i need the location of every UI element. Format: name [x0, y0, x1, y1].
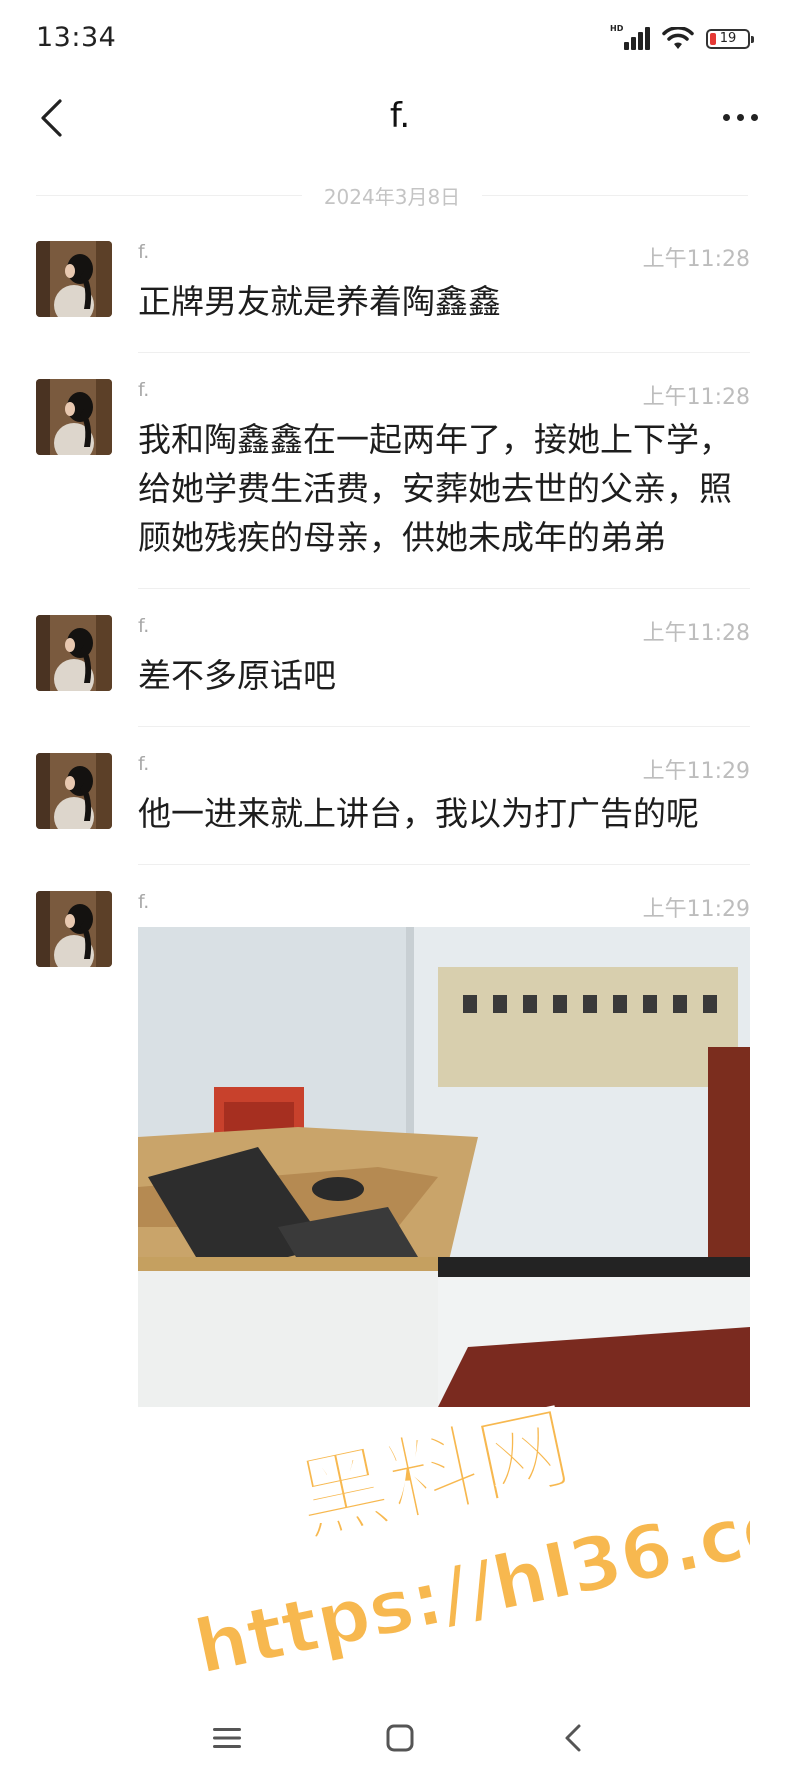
message-time: 上午11:28 — [642, 385, 750, 410]
sender-name: f. — [138, 615, 150, 637]
sys-back-icon — [565, 1724, 581, 1752]
system-nav-bar — [0, 1699, 800, 1777]
message-time: 上午11:28 — [642, 621, 750, 646]
message-text: 我和陶鑫鑫在一起两年了，接她上下学，给她学费生活费，安葬她去世的父亲，照顾她残疾… — [138, 420, 732, 557]
avatar[interactable] — [36, 891, 112, 967]
watermark-line1: 黑料网 — [288, 1394, 580, 1556]
sender-name: f. — [138, 241, 150, 263]
message-time: 上午11:28 — [642, 247, 750, 272]
battery-icon: 19 — [706, 29, 754, 49]
status-time: 13:34 — [36, 22, 117, 53]
nav-bar: f. — [0, 80, 800, 160]
message-item: f. 上午11:28 我和陶鑫鑫在一起两年了，接她上下学，给她学费生活费，安葬她… — [0, 363, 800, 589]
message-list: f. 上午11:28 正牌男友就是养着陶鑫鑫 f. 上午11:28 我和陶鑫鑫在… — [0, 225, 800, 1407]
battery-level: 19 — [719, 31, 737, 46]
message-time: 上午11:29 — [642, 759, 750, 784]
home-button[interactable] — [370, 1713, 430, 1763]
message-photo[interactable] — [138, 927, 750, 1407]
avatar[interactable] — [36, 379, 112, 455]
sender-name: f. — [138, 753, 150, 775]
date-separator: 2024年3月8日 — [36, 180, 749, 210]
message-text: 他一进来就上讲台，我以为打广告的呢 — [138, 794, 699, 833]
home-square-icon — [386, 1724, 414, 1752]
network-label: HD — [610, 24, 624, 33]
chat-title: f. — [389, 96, 411, 136]
date-separator-text: 2024年3月8日 — [323, 184, 461, 209]
message-time: 上午11:29 — [642, 897, 750, 922]
more-button[interactable] — [710, 92, 770, 142]
menu-icon — [212, 1728, 241, 1748]
message-item: f. 上午11:28 正牌男友就是养着陶鑫鑫 — [0, 225, 800, 353]
system-back-button[interactable] — [543, 1713, 603, 1763]
wifi-icon — [662, 27, 694, 51]
sender-name: f. — [138, 379, 150, 401]
menu-button[interactable] — [197, 1713, 257, 1763]
message-item: f. 上午11:29 — [0, 875, 800, 1407]
signal-icon: HD — [610, 24, 650, 52]
avatar[interactable] — [36, 615, 112, 691]
avatar[interactable] — [36, 241, 112, 317]
avatar[interactable] — [36, 753, 112, 829]
sender-name: f. — [138, 891, 150, 913]
more-dots-icon — [722, 113, 730, 121]
watermark: 黑料网 https://hl36.co — [190, 1393, 750, 1690]
watermark-line2: https://hl36.co — [190, 1481, 750, 1690]
message-text: 正牌男友就是养着陶鑫鑫 — [138, 282, 501, 321]
status-bar: 13:34 HD 19 — [0, 0, 800, 80]
message-item: f. 上午11:29 他一进来就上讲台，我以为打广告的呢 — [0, 737, 800, 865]
status-icons: HD 19 — [610, 24, 754, 52]
message-item: f. 上午11:28 差不多原话吧 — [0, 599, 800, 727]
message-text: 差不多原话吧 — [138, 656, 336, 695]
